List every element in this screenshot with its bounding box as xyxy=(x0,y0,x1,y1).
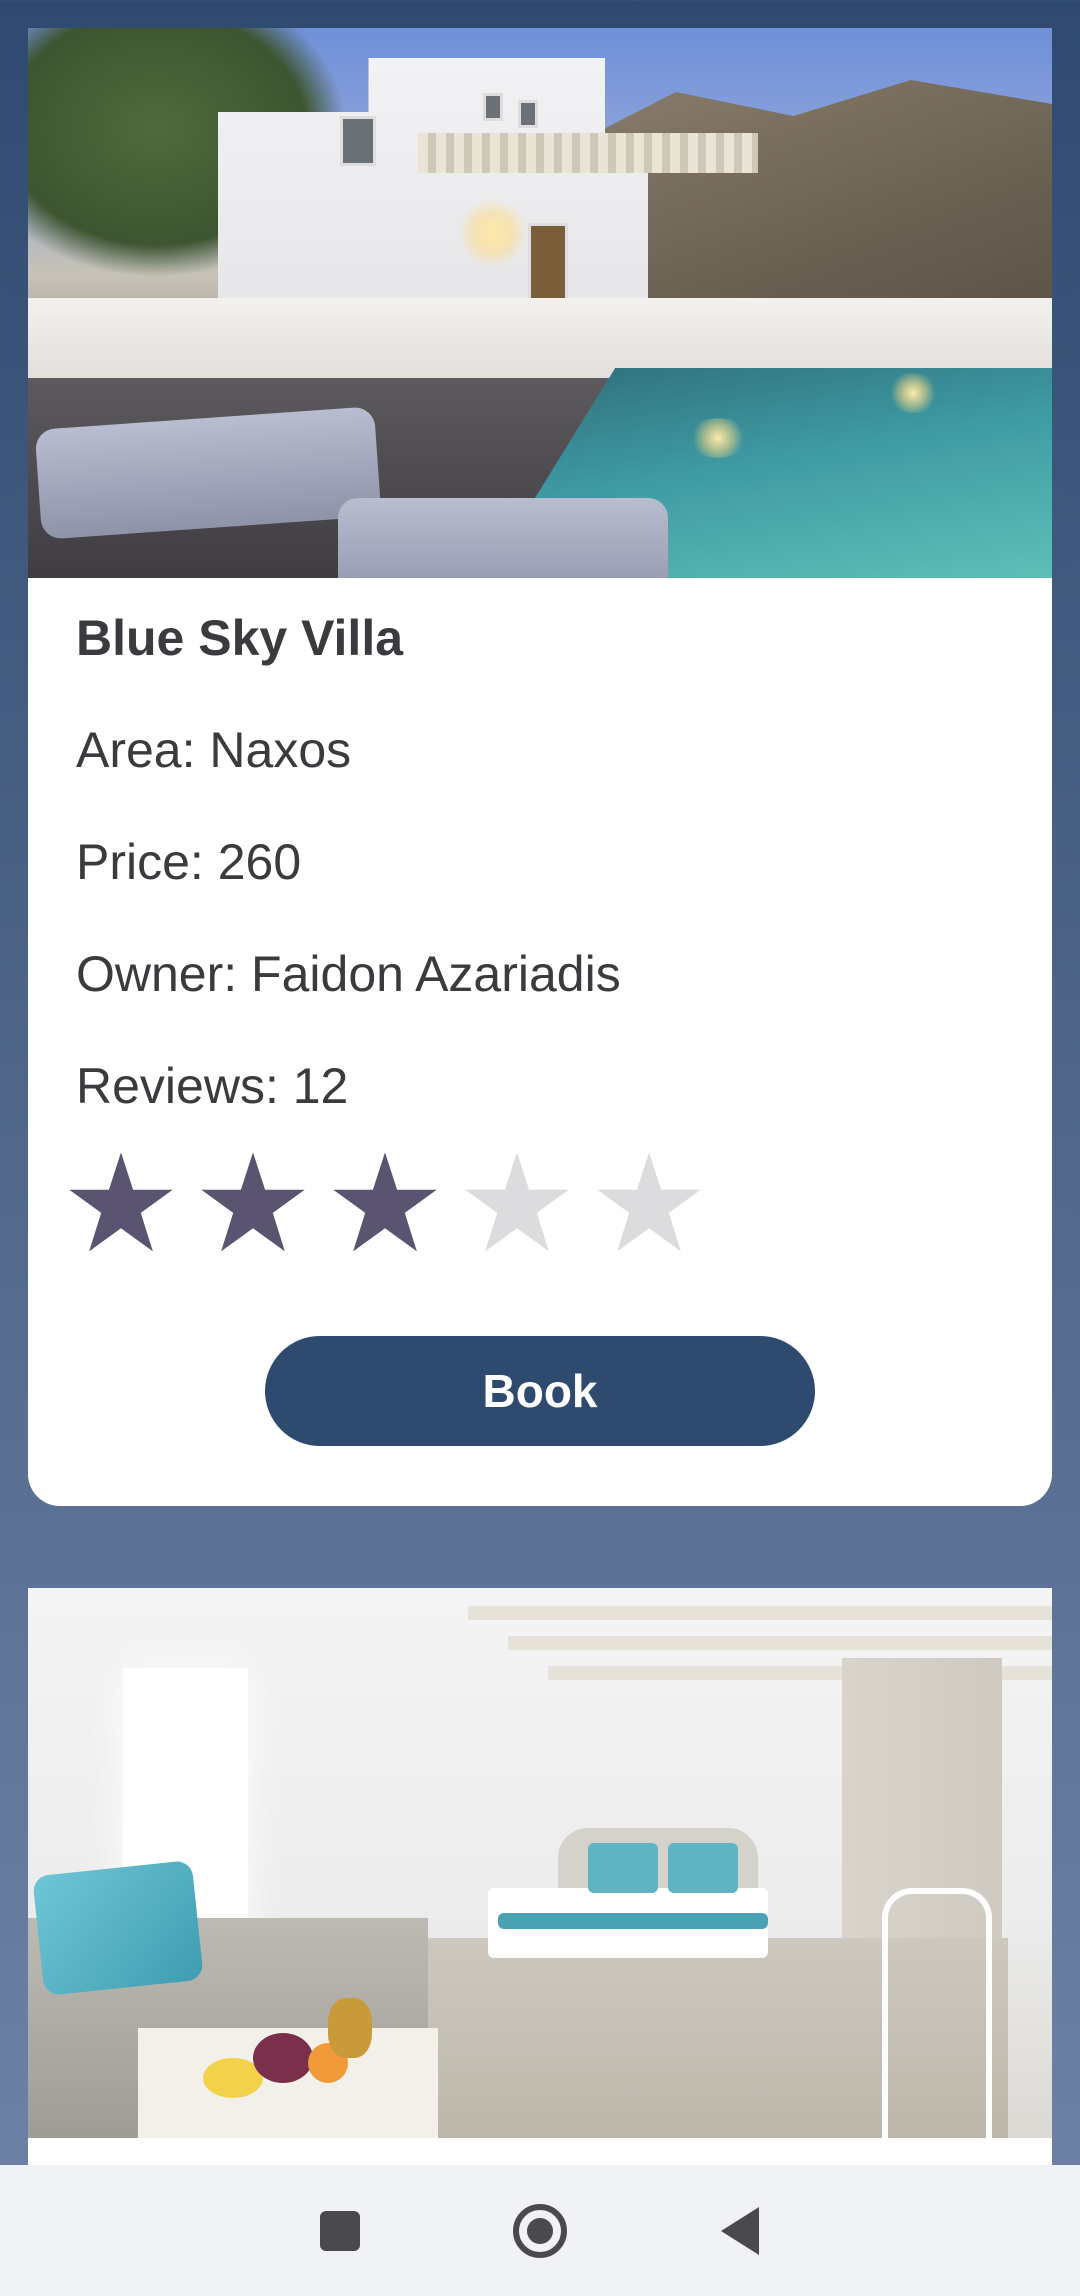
star-filled-icon[interactable] xyxy=(330,1148,440,1258)
triangle-back-icon xyxy=(721,2206,759,2255)
listing-area: Area: Naxos xyxy=(76,722,352,778)
villa-door xyxy=(528,223,568,303)
listing-reviews: Reviews: 12 xyxy=(76,1058,349,1114)
pool-light xyxy=(888,373,938,413)
bed-runner xyxy=(498,1913,768,1929)
square-icon xyxy=(320,2210,360,2251)
star-empty-icon[interactable] xyxy=(462,1148,572,1258)
listing-card: Blue Sky Villa Area: Naxos Price: 260 Ow… xyxy=(28,28,1052,1506)
pillow xyxy=(668,1843,738,1893)
book-button[interactable]: Book xyxy=(265,1336,815,1446)
villa-window xyxy=(340,116,376,166)
circle-home-icon xyxy=(513,2203,567,2258)
grapes xyxy=(253,2033,313,2083)
chair xyxy=(882,1888,992,2138)
listing-owner: Owner: Faidon Azariadis xyxy=(76,946,621,1002)
ceiling-beam xyxy=(508,1636,1052,1650)
villa-window xyxy=(483,93,503,121)
lounge-cushion xyxy=(338,498,668,578)
recents-button[interactable] xyxy=(305,2196,375,2266)
listing-title: Blue Sky Villa xyxy=(76,610,404,666)
villa-photo xyxy=(28,28,1052,578)
pool-light xyxy=(688,418,748,458)
star-filled-icon[interactable] xyxy=(198,1148,308,1258)
system-nav-bar xyxy=(0,2165,1080,2296)
home-button[interactable] xyxy=(505,2196,575,2266)
lamp-glow xyxy=(458,198,528,268)
star-empty-icon[interactable] xyxy=(594,1148,704,1258)
ceiling-beam xyxy=(468,1606,1052,1620)
pillow xyxy=(588,1843,658,1893)
back-button[interactable] xyxy=(705,2196,775,2266)
pineapple xyxy=(328,1998,372,2058)
rating-stars[interactable] xyxy=(66,1148,1004,1258)
villa-window xyxy=(518,100,538,128)
blue-cushion xyxy=(32,1859,204,1997)
listing-price: Price: 260 xyxy=(76,834,302,890)
star-filled-icon[interactable] xyxy=(66,1148,176,1258)
room-photo xyxy=(28,1588,1052,2138)
pergola xyxy=(418,133,758,173)
rocky-hill xyxy=(582,80,1052,308)
